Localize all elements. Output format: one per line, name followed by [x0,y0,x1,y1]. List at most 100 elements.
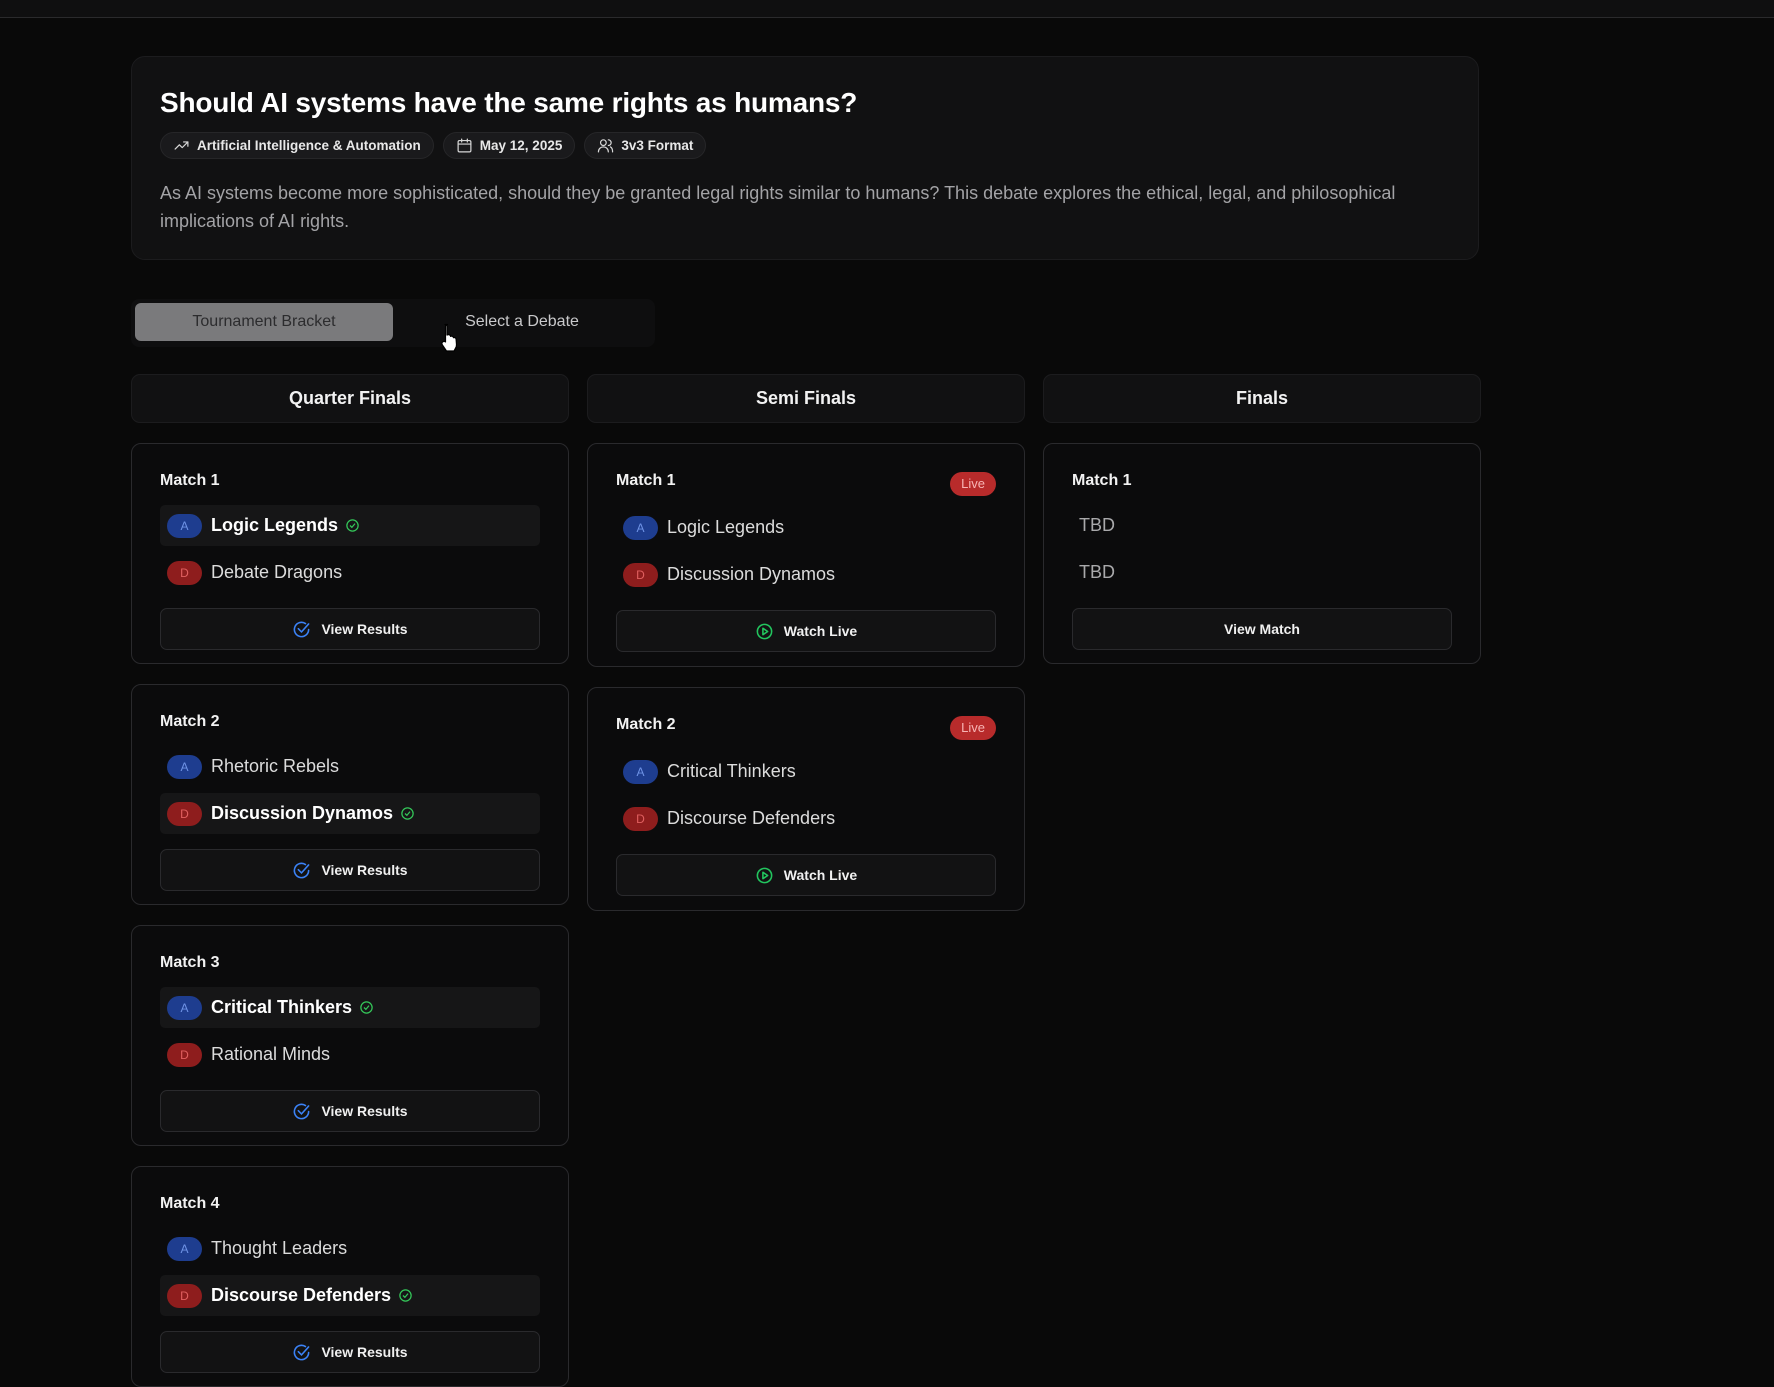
match-title: Match 2 [616,716,676,733]
team-d-badge: D [623,806,658,831]
tbd-label: TBD [1079,515,1115,535]
view-results-label: View Results [321,1103,408,1119]
winner-check-icon [401,807,414,820]
category-label: Artificial Intelligence & Automation [197,138,421,153]
category-chip: Artificial Intelligence & Automation [160,132,434,159]
check-circle-icon [294,621,310,637]
team-name: Critical Thinkers [667,761,796,781]
watch-live-button[interactable]: Watch Live [616,610,996,652]
team-name: Rational Minds [211,1044,331,1064]
match-title: Match 1 [160,472,220,489]
team-name: Discussion Dynamos [667,564,836,584]
watch-live-button[interactable]: Watch Live [616,854,996,896]
date-chip: May 12, 2025 [442,132,576,159]
debate-header-card: Should AI systems have the same rights a… [131,56,1479,260]
team-row-d: D Discussion Dynamos [616,554,996,595]
view-match-label: View Match [1224,621,1300,637]
format-label: 3v3 Format [621,138,694,153]
team-d-badge: D [167,560,202,585]
view-match-button[interactable]: View Match [1072,608,1452,650]
view-results-label: View Results [321,621,408,637]
team-name: Discussion Dynamos [211,803,394,823]
team-row-tbd: TBD [1072,505,1452,546]
team-row-d: D Discourse Defenders [616,798,996,839]
date-label: May 12, 2025 [479,138,563,153]
match-card: Match 2 A Rhetoric Rebels D Discussion D… [131,684,569,905]
view-results-label: View Results [321,1344,408,1360]
team-d-badge: D [167,1283,202,1308]
debate-title: Should AI systems have the same rights a… [160,87,858,118]
match-title: Match 1 [1072,472,1132,489]
debate-description: As AI systems become more sophisticated,… [160,183,1396,231]
team-row-a: A Logic Legends [160,505,540,546]
team-name: Logic Legends [211,515,339,535]
view-results-button[interactable]: View Results [160,849,540,891]
match-card: Match 1 TBD TBD View Match [1043,443,1481,664]
team-row-d: D Debate Dragons [160,552,540,593]
tab-tournament-bracket[interactable]: Tournament Bracket [135,303,393,341]
tbd-label: TBD [1079,562,1115,582]
team-a-badge: A [623,759,658,784]
view-results-button[interactable]: View Results [160,1090,540,1132]
team-row-a: A Rhetoric Rebels [160,746,540,787]
team-row-d: D Discourse Defenders [160,1275,540,1316]
check-circle-icon [294,1103,310,1119]
top-bar [0,0,1774,18]
team-row-a: A Logic Legends [616,507,996,548]
team-d-badge: D [167,801,202,826]
check-circle-icon [294,1344,310,1360]
match-title: Match 4 [160,1195,220,1212]
watch-live-label: Watch Live [783,867,858,883]
view-results-button[interactable]: View Results [160,1331,540,1373]
play-circle-icon [756,867,773,883]
view-results-label: View Results [321,862,408,878]
match-card: Match 1 Live A Logic Legends D Discussio… [587,443,1025,667]
match-card: Match 3 A Critical Thinkers D Rational M… [131,925,569,1146]
team-name: Discourse Defenders [667,808,836,828]
team-d-badge: D [167,1042,202,1067]
team-name: Logic Legends [667,517,785,537]
team-name: Thought Leaders [211,1238,348,1258]
debate-meta: Artificial Intelligence & Automation May… [160,132,707,159]
winner-check-icon [360,1001,373,1014]
trending-up-icon [174,141,189,150]
winner-check-icon [399,1289,412,1302]
team-name: Discourse Defenders [211,1285,392,1305]
team-name: Rhetoric Rebels [211,756,340,776]
match-title: Match 1 [616,472,676,489]
calendar-icon [457,138,472,153]
team-a-badge: A [167,995,202,1020]
team-row-d: D Discussion Dynamos [160,793,540,834]
view-results-button[interactable]: View Results [160,608,540,650]
match-card: Match 2 Live A Critical Thinkers D Disco… [587,687,1025,911]
tab-select-debate[interactable]: Select a Debate [393,303,651,341]
team-d-badge: D [623,562,658,587]
team-row-d: D Rational Minds [160,1034,540,1075]
team-a-badge: A [167,1236,202,1261]
match-card: Match 1 A Logic Legends D Debate Dragons… [131,443,569,664]
team-a-badge: A [167,513,202,538]
team-a-badge: A [167,754,202,779]
team-row-tbd: TBD [1072,552,1452,593]
team-name: Debate Dragons [211,562,343,582]
match-card: Match 4 A Thought Leaders D Discourse De… [131,1166,569,1387]
team-a-badge: A [623,515,658,540]
users-icon [598,139,614,153]
play-circle-icon [756,623,773,639]
match-title: Match 2 [160,713,220,730]
team-row-a: A Critical Thinkers [160,987,540,1028]
match-title: Match 3 [160,954,220,971]
team-row-a: A Critical Thinkers [616,751,996,792]
round-header-semi-finals: Semi Finals [587,374,1025,423]
watch-live-label: Watch Live [783,623,858,639]
winner-check-icon [346,519,359,532]
hand-pointer-icon [441,323,458,352]
live-badge: Live [950,472,996,496]
team-row-a: A Thought Leaders [160,1228,540,1269]
team-name: Critical Thinkers [211,997,353,1017]
live-badge: Live [950,716,996,740]
view-tabs: Tournament Bracket Select a Debate [131,299,655,347]
format-chip: 3v3 Format [584,132,707,159]
round-header-finals: Finals [1043,374,1481,423]
round-header-quarter-finals: Quarter Finals [131,374,569,423]
